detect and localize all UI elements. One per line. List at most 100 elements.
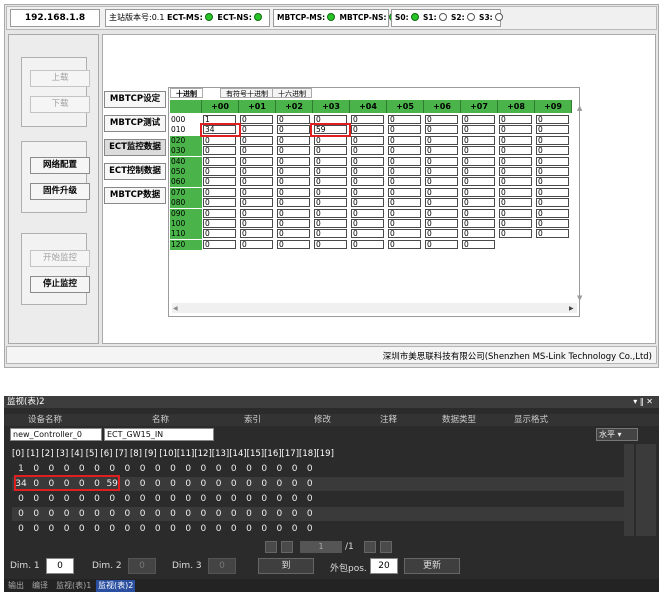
radio-hex[interactable]: 十六进制 (272, 88, 312, 98)
grid-cell[interactable]: 0 (499, 208, 532, 218)
next-page-icon[interactable] (364, 541, 376, 553)
grid-cell[interactable]: 0 (203, 146, 236, 156)
grid-cell[interactable]: 0 (314, 135, 347, 145)
grid-cell[interactable]: 0 (536, 156, 569, 166)
dim1-field[interactable]: 0 (46, 558, 74, 574)
prev-page-icon[interactable] (281, 541, 293, 553)
array-value[interactable]: 0 (136, 477, 150, 491)
array-value[interactable]: 0 (257, 462, 271, 476)
grid-cell[interactable]: 0 (388, 135, 421, 145)
array-value[interactable]: 0 (288, 462, 302, 476)
grid-cell[interactable]: 0 (425, 239, 458, 249)
grid-cell[interactable]: 0 (462, 208, 495, 218)
grid-cell[interactable]: 0 (277, 125, 310, 135)
start-monitor-button[interactable]: 开始监控 (30, 250, 90, 267)
tab-mbtcp-settings[interactable]: MBTCP设定 (104, 91, 166, 108)
array-value[interactable]: 0 (288, 477, 302, 491)
grid-cell[interactable]: 0 (351, 167, 384, 176)
grid-cell[interactable]: 0 (314, 177, 347, 187)
grid-cell[interactable]: 0 (203, 239, 236, 249)
tab-watch-2[interactable]: 监视(表)2 (96, 580, 136, 592)
grid-cell[interactable]: 0 (536, 177, 569, 187)
grid-cell[interactable]: 0 (351, 239, 384, 249)
grid-cell[interactable]: 0 (240, 125, 273, 135)
grid-cell[interactable]: 0 (462, 239, 495, 249)
grid-cell[interactable]: 0 (351, 187, 384, 197)
grid-cell[interactable]: 0 (425, 125, 458, 135)
array-value[interactable]: 0 (14, 507, 28, 521)
grid-cell[interactable]: 0 (462, 198, 495, 208)
grid-cell[interactable]: 0 (314, 208, 347, 218)
array-value[interactable]: 0 (60, 492, 74, 506)
grid-cell[interactable]: 0 (277, 198, 310, 208)
goto-button[interactable]: 到 (258, 558, 314, 574)
grid-cell[interactable]: 0 (462, 229, 495, 239)
array-value[interactable]: 0 (166, 477, 180, 491)
array-value[interactable]: 0 (29, 462, 43, 476)
grid-cell[interactable]: 0 (536, 219, 569, 228)
grid-cell[interactable]: 0 (351, 125, 384, 135)
net-config-button[interactable]: 网络配置 (30, 157, 90, 174)
grid-cell[interactable]: 0 (203, 219, 236, 228)
grid-cell[interactable]: 0 (314, 198, 347, 208)
tab-ect-monitor-data[interactable]: ECT监控数据 (104, 139, 166, 156)
scroll-down-icon[interactable]: ▼ (577, 294, 582, 302)
grid-cell[interactable]: 0 (203, 156, 236, 166)
grid-cell[interactable]: 0 (388, 229, 421, 239)
upload-button[interactable]: 上载 (30, 70, 90, 87)
array-value[interactable]: 0 (181, 522, 195, 536)
grid-cell[interactable]: 0 (536, 146, 569, 156)
array-value[interactable]: 0 (196, 492, 210, 506)
array-value[interactable]: 0 (181, 492, 195, 506)
array-value[interactable]: 0 (288, 522, 302, 536)
array-value[interactable]: 0 (227, 462, 241, 476)
array-value[interactable]: 0 (105, 507, 119, 521)
grid-cell[interactable]: 0 (203, 135, 236, 145)
array-value[interactable]: 0 (14, 492, 28, 506)
grid-cell[interactable]: 0 (240, 219, 273, 228)
grid-cell[interactable]: 0 (388, 198, 421, 208)
grid-cell[interactable]: 0 (240, 187, 273, 197)
grid-cell[interactable]: 0 (425, 167, 458, 176)
grid-cell[interactable]: 0 (240, 239, 273, 249)
tab-mbtcp-data[interactable]: MBTCP数据 (104, 187, 166, 204)
array-value[interactable]: 0 (242, 477, 256, 491)
grid-cell[interactable]: 0 (462, 135, 495, 145)
grid-cell[interactable]: 0 (277, 239, 310, 249)
tab-ect-control-data[interactable]: ECT控制数据 (104, 163, 166, 180)
grid-cell[interactable]: 0 (462, 125, 495, 135)
grid-cell[interactable]: 0 (499, 198, 532, 208)
array-value[interactable]: 0 (196, 462, 210, 476)
grid-cell[interactable]: 0 (499, 156, 532, 166)
grid-cell[interactable]: 0 (462, 115, 495, 124)
grid-cell[interactable]: 0 (277, 187, 310, 197)
grid-cell[interactable]: 0 (277, 208, 310, 218)
grid-cell[interactable]: 0 (462, 167, 495, 176)
array-value[interactable]: 0 (272, 477, 286, 491)
grid-cell[interactable]: 0 (351, 115, 384, 124)
grid-cell[interactable]: 0 (499, 115, 532, 124)
array-value[interactable]: 0 (196, 522, 210, 536)
array-value[interactable]: 0 (120, 522, 134, 536)
array-value[interactable]: 0 (288, 492, 302, 506)
device-name-field[interactable]: new_Controller_0 (10, 428, 102, 441)
array-value[interactable]: 1 (14, 462, 28, 476)
array-value[interactable]: 0 (242, 522, 256, 536)
grid-cell[interactable]: 0 (277, 167, 310, 176)
array-value[interactable]: 0 (212, 522, 226, 536)
format-dropdown[interactable]: 水平 ▾ (596, 428, 638, 441)
outer-pos-field[interactable]: 20 (370, 558, 398, 574)
array-value[interactable]: 0 (44, 522, 58, 536)
grid-cell[interactable]: 0 (425, 229, 458, 239)
stop-monitor-button[interactable]: 停止监控 (30, 276, 90, 293)
grid-cell[interactable]: 0 (499, 167, 532, 176)
array-value[interactable]: 0 (136, 492, 150, 506)
array-value[interactable]: 0 (227, 492, 241, 506)
array-value[interactable]: 0 (44, 507, 58, 521)
grid-cell[interactable]: 0 (203, 187, 236, 197)
grid-cell[interactable]: 0 (425, 135, 458, 145)
first-page-icon[interactable] (265, 541, 277, 553)
grid-cell[interactable]: 0 (536, 167, 569, 176)
grid-cell[interactable]: 0 (388, 219, 421, 228)
radio-signed-decimal[interactable]: 有符号十进制 (220, 88, 274, 98)
